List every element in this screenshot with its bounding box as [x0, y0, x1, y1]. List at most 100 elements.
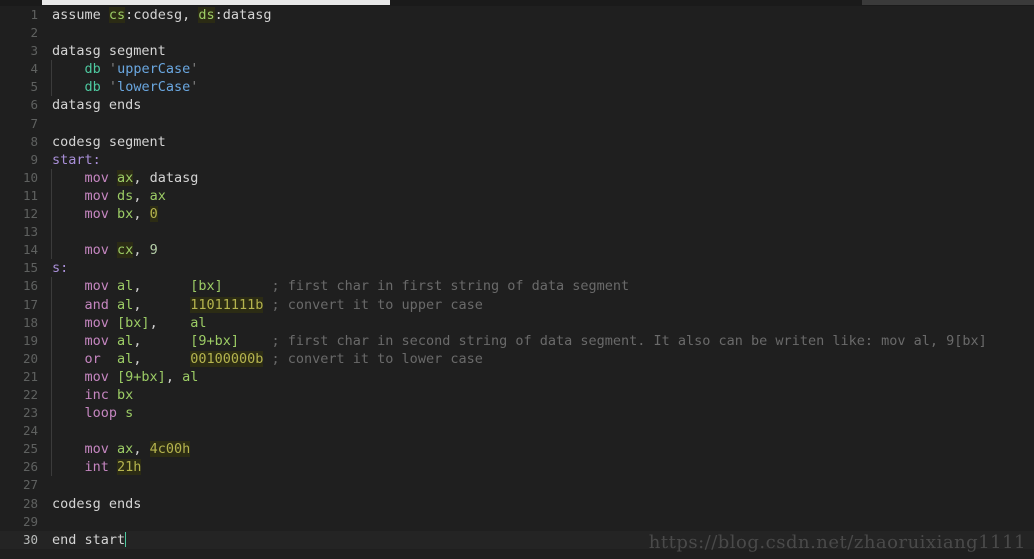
code-line[interactable]: 11 mov ds, ax [0, 186, 1034, 206]
indent-guide [51, 385, 52, 405]
code-line[interactable]: 18 mov [bx], al [0, 313, 1034, 332]
code-line[interactable]: 26 int 21h [0, 458, 1034, 477]
line-number: 7 [30, 115, 38, 131]
code-line-text: codesg ends [52, 495, 141, 513]
code-line[interactable]: 6 datasg ends [0, 96, 1034, 114]
code-line[interactable]: 24 [0, 422, 1034, 441]
code-line[interactable]: 20 or al, 00100000b ; convert it to lowe… [0, 349, 1034, 368]
code-token: mov [84, 278, 109, 295]
line-number: 11 [22, 187, 38, 203]
code-token: ax [149, 187, 166, 204]
indent-guide [51, 331, 52, 350]
watermark-url: https://blog.csdn.net/zhaoruixiang1111 [648, 532, 1026, 553]
code-line[interactable]: 17 and al, 11011111b ; convert it to upp… [0, 295, 1034, 314]
code-token: , [133, 332, 191, 349]
code-line[interactable]: 25 mov ax, 4c00h [0, 440, 1034, 459]
code-line[interactable]: 22 inc bx [0, 385, 1034, 405]
code-line-text: mov ax, 4c00h [52, 440, 191, 458]
code-line[interactable]: 29 [0, 513, 1034, 531]
line-number: 13 [22, 224, 38, 240]
code-line[interactable]: 19 mov al, [9+bx] ; first char in second… [0, 331, 1034, 350]
code-token: 21h [117, 459, 142, 476]
code-line[interactable]: 27 [0, 476, 1034, 494]
code-line[interactable]: 16 mov al, [bx] ; first char in first st… [0, 277, 1034, 296]
code-line[interactable]: 12 mov bx, 0 [0, 205, 1034, 224]
line-number: 8 [30, 133, 38, 149]
line-number: 29 [22, 513, 38, 529]
code-line[interactable]: 4 db 'upperCase' [0, 60, 1034, 79]
line-number: 23 [22, 405, 38, 421]
code-token: ds [117, 187, 134, 204]
code-line[interactable]: 23 loop s [0, 404, 1034, 423]
code-token: al [182, 368, 199, 385]
code-token: cs [108, 7, 126, 23]
code-token: , [133, 350, 191, 367]
indent-guide [51, 78, 52, 97]
code-line[interactable]: 1 assume cs:codesg, ds:datasg [0, 6, 1034, 24]
code-token: , [182, 7, 199, 23]
text-caret [125, 531, 127, 547]
code-line[interactable]: 3 datasg segment [0, 42, 1034, 60]
code-line[interactable]: 28 codesg ends [0, 495, 1034, 513]
indent-guide [51, 168, 52, 187]
code-token: , datasg [133, 169, 199, 186]
code-content-area[interactable]: 1 assume cs:codesg, ds:datasg 2 3 datasg seg… [0, 6, 1034, 559]
code-line-text: or al, 00100000b ; convert it to lower c… [52, 350, 483, 368]
code-token: , [133, 296, 191, 313]
code-token: ' [108, 79, 118, 96]
code-token: datasg ends [52, 97, 142, 114]
code-token: db [84, 61, 101, 78]
code-token: datasg [222, 7, 272, 23]
code-line[interactable]: 13 [0, 223, 1034, 242]
code-token: ds [198, 7, 215, 23]
indent-guide [51, 277, 52, 296]
code-line[interactable]: 10 mov ax, datasg [0, 168, 1034, 187]
code-token: mov [84, 314, 109, 331]
code-token: ; first char in second string of data se… [271, 332, 987, 349]
code-token: , [133, 242, 150, 259]
horizontal-scrollbar-thumb[interactable] [42, 0, 390, 5]
code-line[interactable]: 8 codesg segment [0, 133, 1034, 151]
code-editor-window: 1 assume cs:codesg, ds:datasg 2 3 datasg seg… [0, 0, 1034, 559]
code-line-text: codesg segment [52, 133, 166, 151]
code-token: , [133, 187, 150, 204]
code-token: inc [84, 386, 109, 403]
code-token: al [117, 278, 134, 295]
code-line-text: mov cx, 9 [52, 241, 158, 259]
code-line-text: datasg segment [52, 42, 166, 60]
code-token: or [84, 350, 101, 367]
code-line[interactable]: 9 start: [0, 151, 1034, 169]
line-number: 25 [22, 441, 38, 457]
code-line[interactable]: 2 [0, 24, 1034, 42]
code-token: codesg segment [52, 133, 166, 150]
code-line-text: assume cs:codesg, ds:datasg [52, 6, 272, 24]
code-line[interactable]: 5 db 'lowerCase' [0, 78, 1034, 97]
code-line[interactable]: 15 s: [0, 259, 1034, 277]
code-line[interactable]: 21 mov [9+bx], al [0, 367, 1034, 386]
code-token: upperCase [117, 61, 191, 78]
code-line[interactable]: 14 mov cx, 9 [0, 241, 1034, 260]
code-line-text: s: [52, 259, 68, 277]
code-token: ; first char in first string of data seg… [271, 278, 630, 295]
indent-guide [51, 440, 52, 459]
indent-guide [51, 186, 52, 206]
code-line-text: mov al, [bx] ; first char in first strin… [52, 277, 630, 295]
horizontal-scrollbar-thumb-secondary[interactable] [862, 0, 1034, 5]
code-line-text: mov al, [9+bx] ; first char in second st… [52, 332, 987, 350]
line-number: 1 [30, 7, 38, 22]
code-line[interactable]: 7 [0, 115, 1034, 133]
